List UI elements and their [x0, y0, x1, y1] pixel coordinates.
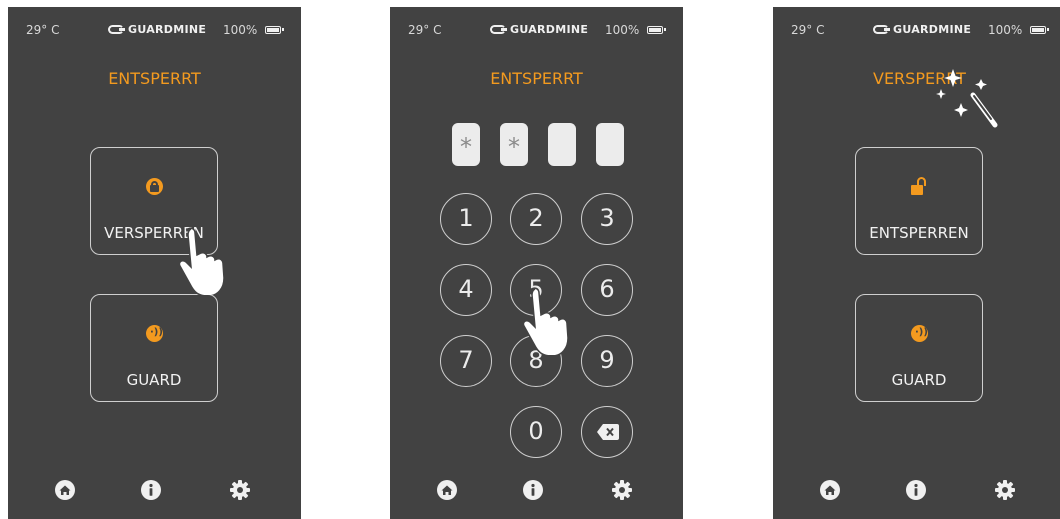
battery-percent: 100%: [223, 23, 258, 37]
brand-name: GUARDMINE: [128, 23, 207, 36]
brand-name: GUARDMINE: [893, 23, 972, 36]
status-bar: 29° C GUARDMINE 100%: [773, 23, 1060, 39]
nfc-icon: ·)): [146, 325, 163, 342]
pin-digit-4: [596, 123, 624, 166]
key-4[interactable]: 4: [440, 264, 492, 316]
battery-icon: [647, 26, 666, 34]
tap-hand-icon: [522, 287, 569, 355]
lock-state: ENTSPERRT: [490, 69, 583, 88]
status-bar: 29° C GUARDMINE 100%: [8, 23, 301, 39]
temperature: 29° C: [26, 23, 60, 37]
key-9[interactable]: 9: [581, 335, 633, 387]
home-icon[interactable]: [819, 479, 841, 501]
brand-logo: GUARDMINE: [873, 23, 971, 36]
gear-icon[interactable]: [994, 479, 1016, 501]
backspace-icon: [597, 424, 619, 440]
battery-icon: [265, 26, 284, 34]
guard-button[interactable]: ·)) GUARD: [855, 294, 983, 402]
bottom-nav: [8, 479, 301, 505]
screen-locked-action: 29° C GUARDMINE 100% ENTSPERRT VERSPERRE…: [8, 7, 301, 519]
pin-digit-3: [548, 123, 576, 166]
temperature: 29° C: [791, 23, 825, 37]
bottom-nav: [773, 479, 1060, 505]
key-2[interactable]: 2: [510, 193, 562, 245]
key-1[interactable]: 1: [440, 193, 492, 245]
battery-icon: [1030, 26, 1049, 34]
brand-logo: GUARDMINE: [108, 23, 206, 36]
battery-percent: 100%: [988, 23, 1023, 37]
temperature: 29° C: [408, 23, 442, 37]
pin-display: * *: [452, 123, 624, 166]
gear-icon[interactable]: [229, 479, 251, 501]
status-bar: 29° C GUARDMINE 100%: [390, 23, 683, 39]
tap-hand-icon: [178, 227, 225, 295]
bottom-nav: [390, 479, 683, 505]
magic-wand-icon: [936, 69, 998, 128]
guard-button-label: GUARD: [891, 371, 947, 389]
nfc-icon: ·)): [911, 325, 928, 342]
key-3[interactable]: 3: [581, 193, 633, 245]
key-7[interactable]: 7: [440, 335, 492, 387]
screen-unlock-action: 29° C GUARDMINE 100% VERSPERRT ENTSPERRE…: [773, 7, 1060, 519]
key-0[interactable]: 0: [510, 406, 562, 458]
battery-percent: 100%: [605, 23, 640, 37]
guardmine-logo-icon: [108, 25, 125, 34]
unlock-button-label: ENTSPERREN: [869, 224, 969, 242]
guard-button-label: GUARD: [126, 371, 182, 389]
info-icon[interactable]: [905, 479, 927, 501]
screen-pin-entry: 29° C GUARDMINE 100% ENTSPERRT * * 1 2 3…: [390, 7, 683, 519]
backspace-button[interactable]: [581, 406, 633, 458]
brand-logo: GUARDMINE: [490, 23, 588, 36]
unlock-button[interactable]: ENTSPERREN: [855, 147, 983, 255]
home-icon[interactable]: [436, 479, 458, 501]
pin-digit-2: *: [500, 123, 528, 166]
lock-state: ENTSPERRT: [108, 69, 201, 88]
info-icon[interactable]: [522, 479, 544, 501]
lock-icon: [146, 178, 163, 195]
unlock-icon: [911, 177, 928, 195]
home-icon[interactable]: [54, 479, 76, 501]
brand-name: GUARDMINE: [510, 23, 589, 36]
guardmine-logo-icon: [490, 25, 507, 34]
info-icon[interactable]: [140, 479, 162, 501]
gear-icon[interactable]: [611, 479, 633, 501]
guard-button[interactable]: ·)) GUARD: [90, 294, 218, 402]
pin-digit-1: *: [452, 123, 480, 166]
key-6[interactable]: 6: [581, 264, 633, 316]
guardmine-logo-icon: [873, 25, 890, 34]
